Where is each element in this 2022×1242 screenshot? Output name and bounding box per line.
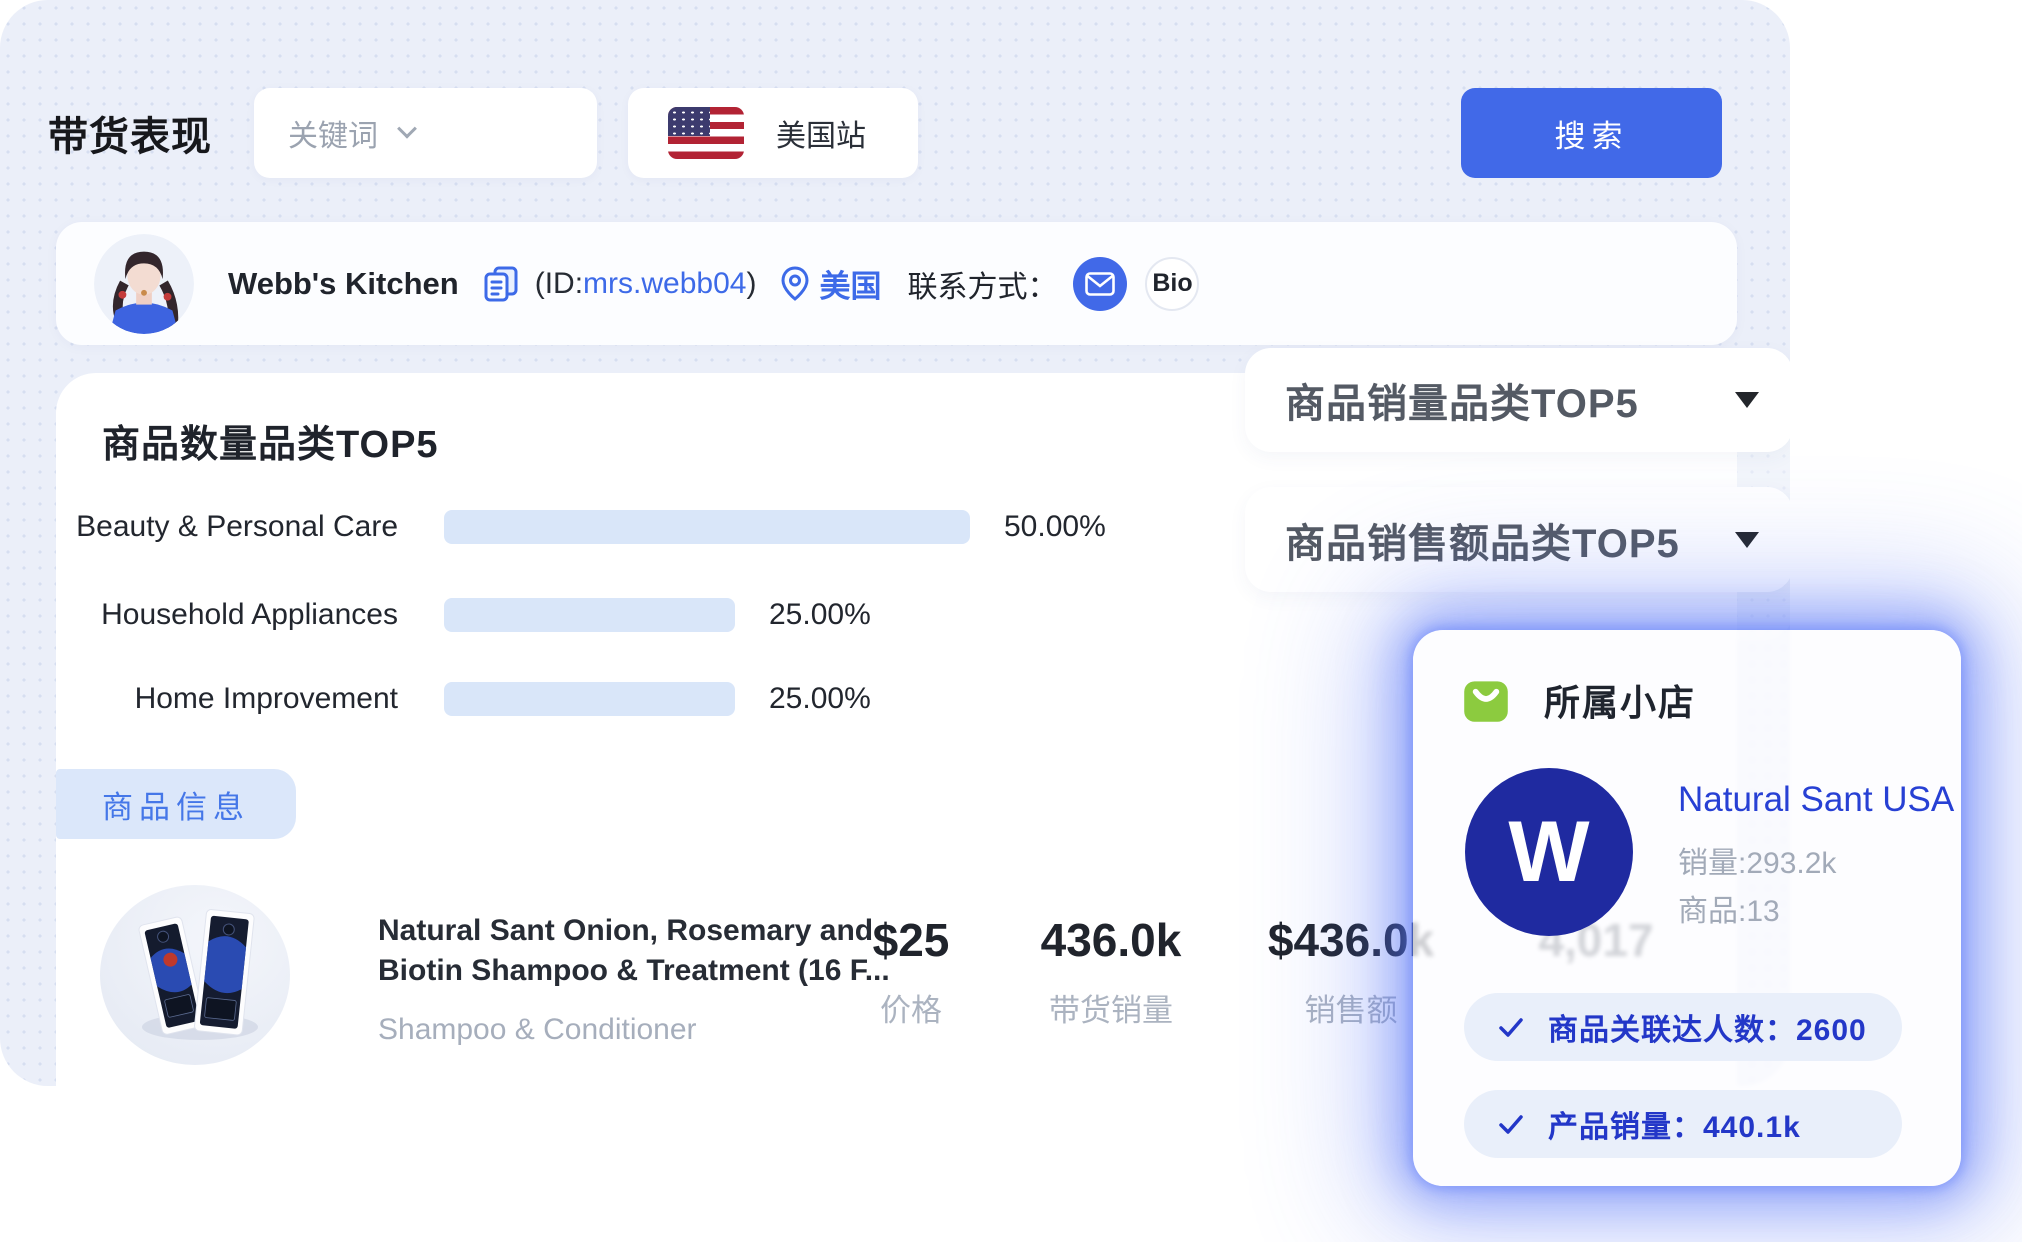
chart-row-label: Household Appliances xyxy=(64,598,398,632)
shop-owner-id: (ID:mrs.webb04) xyxy=(535,267,757,301)
chart-row: Household Appliances 25.00% xyxy=(64,597,871,633)
shop-avatar[interactable]: W xyxy=(1465,768,1633,936)
checkmark-icon xyxy=(1496,1109,1526,1139)
envelope-icon xyxy=(1085,272,1115,296)
caret-down-icon xyxy=(1735,532,1759,548)
dropdown-label: 商品销量品类TOP5 xyxy=(1285,371,1639,429)
chart-row-value: 25.00% xyxy=(769,682,871,716)
chart-row: Home Improvement 25.00% xyxy=(64,681,871,717)
chart-row-value: 50.00% xyxy=(1004,510,1106,544)
id-suffix: ) xyxy=(746,267,756,300)
chart-row-label: Beauty & Personal Care xyxy=(64,510,398,544)
stat-sales-volume: 436.0k 带货销量 xyxy=(1011,913,1211,1030)
shop-initial: W xyxy=(1508,803,1589,902)
stat-label: 价格 xyxy=(821,985,1001,1030)
stat-value: $25 xyxy=(821,913,1001,967)
copy-icon[interactable] xyxy=(481,264,521,304)
chart-bar xyxy=(444,510,970,544)
dropdown-label: 商品销售额品类TOP5 xyxy=(1285,511,1680,569)
product-title-line2: Biotin Shampoo & Treatment (16 F... xyxy=(378,954,890,987)
email-contact-button[interactable] xyxy=(1073,257,1127,311)
stat-value: 436.0k xyxy=(1011,913,1211,967)
shop-owner-name: Webb's Kitchen xyxy=(228,266,459,302)
region-selector[interactable]: 美国站 xyxy=(628,88,918,178)
caret-down-icon xyxy=(1735,392,1759,408)
chevron-down-icon[interactable] xyxy=(397,119,417,139)
id-link[interactable]: mrs.webb04 xyxy=(583,267,746,300)
dropdown-sales-volume-top5[interactable]: 商品销量品类TOP5 xyxy=(1245,348,1790,452)
bio-button[interactable]: Bio xyxy=(1145,257,1199,311)
page-title: 带货表现 xyxy=(48,104,212,162)
product-title[interactable]: Natural Sant Onion, Rosemary and Biotin S… xyxy=(378,911,898,991)
avatar[interactable] xyxy=(94,234,194,334)
shop-name-link[interactable]: Natural Sant USA xyxy=(1678,780,1954,820)
chart-row: Beauty & Personal Care 50.00% xyxy=(64,509,1106,545)
region-label: 美国站 xyxy=(776,111,866,155)
stat-label: 带货销量 xyxy=(1011,985,1211,1030)
shop-sales: 销量:293.2k xyxy=(1678,838,1836,882)
chart-title: 商品数量品类TOP5 xyxy=(102,413,439,468)
tab-product-info[interactable]: 商品信息 xyxy=(56,769,296,839)
chart-bar xyxy=(444,598,735,632)
chart-row-value: 25.00% xyxy=(769,598,871,632)
dropdown-sales-amount-top5[interactable]: 商品销售额品类TOP5 xyxy=(1245,487,1790,592)
shop-badge-text: 商品关联达人数：2600 xyxy=(1548,1005,1867,1049)
chart-row-label: Home Improvement xyxy=(64,682,398,716)
contact-label: 联系方式： xyxy=(907,262,1057,306)
profile-region: 美国 xyxy=(819,261,881,306)
product-title-line1: Natural Sant Onion, Rosemary and xyxy=(378,914,873,947)
checkmark-icon xyxy=(1496,1012,1526,1042)
shop-card-header: 所属小店 xyxy=(1458,672,1696,728)
id-prefix: (ID: xyxy=(535,267,583,300)
shopping-bag-icon xyxy=(1458,672,1514,728)
location-pin-icon xyxy=(778,265,812,303)
shop-card-title: 所属小店 xyxy=(1544,674,1696,726)
us-flag-icon xyxy=(668,107,744,159)
shop-badge-creators: 商品关联达人数：2600 xyxy=(1464,993,1902,1061)
search-button[interactable]: 搜索 xyxy=(1461,88,1722,178)
shop-badge-sales: 产品销量：440.1k xyxy=(1464,1090,1902,1158)
keyword-placeholder: 关键词 xyxy=(288,111,378,155)
shop-card: 所属小店 W Natural Sant USA 销量:293.2k 商品:13 … xyxy=(1413,630,1961,1186)
shop-product-count: 商品:13 xyxy=(1678,886,1780,930)
profile-card: Webb's Kitchen (ID:mrs.webb04) 美国 联系方式： xyxy=(56,222,1737,345)
shop-badge-text: 产品销量：440.1k xyxy=(1548,1102,1801,1146)
product-category: Shampoo & Conditioner xyxy=(378,1013,697,1047)
chart-bar xyxy=(444,682,735,716)
keyword-search-input[interactable]: 关键词 xyxy=(254,88,597,178)
product-image[interactable] xyxy=(100,885,290,1065)
stat-price: $25 价格 xyxy=(821,913,1001,1030)
page: 带货表现 关键词 美国站 搜索 xyxy=(0,0,2022,1242)
